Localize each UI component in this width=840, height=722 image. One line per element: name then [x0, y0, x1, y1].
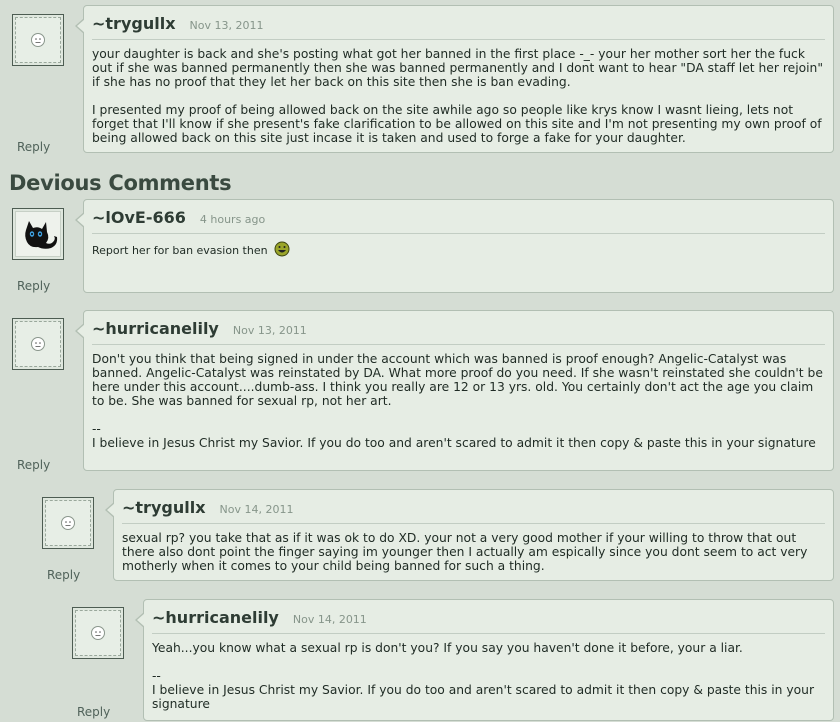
comment-body: Don't you think that being signed in und… [92, 352, 825, 450]
speech-notch [75, 323, 85, 339]
speech-notch [105, 502, 115, 518]
comment-box: ~hurricanelily Nov 13, 2011 Don't you th… [75, 310, 834, 471]
author-name[interactable]: ~lOvE-666 [92, 208, 186, 227]
comment-date[interactable]: Nov 13, 2011 [233, 324, 307, 337]
comment-paragraph: Report her for ban evasion then [92, 244, 268, 257]
blank-face-icon [15, 17, 61, 63]
comment-paragraph: your daughter is back and she's posting … [92, 47, 823, 89]
comment-paragraph: Yeah...you know what a sexual rp is don'… [152, 641, 743, 655]
speech-notch [135, 612, 145, 628]
comment-body: your daughter is back and she's posting … [92, 47, 825, 145]
comment-paragraph: Don't you think that being signed in und… [92, 352, 823, 408]
comment-date[interactable]: Nov 13, 2011 [190, 19, 264, 32]
comment-body: Yeah...you know what a sexual rp is don'… [152, 641, 825, 711]
comment-date[interactable]: Nov 14, 2011 [293, 613, 367, 626]
reply-button[interactable]: Reply [17, 140, 50, 154]
blank-face-icon [15, 321, 61, 367]
reply-button[interactable]: Reply [77, 705, 110, 719]
divider [92, 233, 825, 234]
comment-date[interactable]: Nov 14, 2011 [220, 503, 294, 516]
comment-box: ~trygullx Nov 14, 2011 sexual rp? you ta… [105, 489, 834, 581]
avatar[interactable] [12, 14, 64, 66]
speech-notch [75, 212, 85, 228]
comment-body: sexual rp? you take that as if it was ok… [122, 531, 825, 573]
avatar[interactable] [72, 607, 124, 659]
comment-paragraph: sexual rp? you take that as if it was ok… [122, 531, 808, 573]
signature-text: I believe in Jesus Christ my Savior. If … [152, 683, 815, 711]
signature-text: I believe in Jesus Christ my Savior. If … [92, 436, 816, 450]
author-name[interactable]: ~hurricanelily [152, 608, 279, 627]
comment-header: ~trygullx Nov 13, 2011 [92, 14, 825, 33]
comment-box: ~lOvE-666 4 hours ago Report her for ban… [75, 199, 834, 293]
comment-date[interactable]: 4 hours ago [200, 213, 265, 226]
avatar[interactable] [12, 318, 64, 370]
reply-button[interactable]: Reply [47, 568, 80, 582]
comment-header: ~hurricanelily Nov 14, 2011 [152, 608, 825, 627]
comment-header: ~hurricanelily Nov 13, 2011 [92, 319, 825, 338]
divider [152, 633, 825, 634]
reply-button[interactable]: Reply [17, 458, 50, 472]
comment-header: ~lOvE-666 4 hours ago [92, 208, 825, 227]
comment-header: ~trygullx Nov 14, 2011 [122, 498, 825, 517]
blank-face-icon [45, 500, 91, 546]
section-title: Devious Comments [9, 171, 232, 195]
comment-box: ~hurricanelily Nov 14, 2011 Yeah...you k… [135, 599, 834, 721]
author-name[interactable]: ~trygullx [92, 14, 176, 33]
signature-separator: -- [152, 669, 161, 683]
reply-button[interactable]: Reply [17, 279, 50, 293]
signature-separator: -- [92, 422, 101, 436]
avatar[interactable] [42, 497, 94, 549]
speech-notch [75, 18, 85, 34]
comment-body: Report her for ban evasion then [92, 241, 825, 261]
avatar[interactable] [12, 208, 64, 260]
grin-emoticon-icon [274, 241, 290, 261]
author-name[interactable]: ~hurricanelily [92, 319, 219, 338]
comment-paragraph: I presented my proof of being allowed ba… [92, 103, 822, 145]
author-name[interactable]: ~trygullx [122, 498, 206, 517]
divider [92, 39, 825, 40]
blank-face-icon [75, 610, 121, 656]
divider [122, 523, 825, 524]
divider [92, 344, 825, 345]
comment-box: ~trygullx Nov 13, 2011 your daughter is … [75, 5, 834, 153]
black-cat-icon [15, 211, 61, 257]
